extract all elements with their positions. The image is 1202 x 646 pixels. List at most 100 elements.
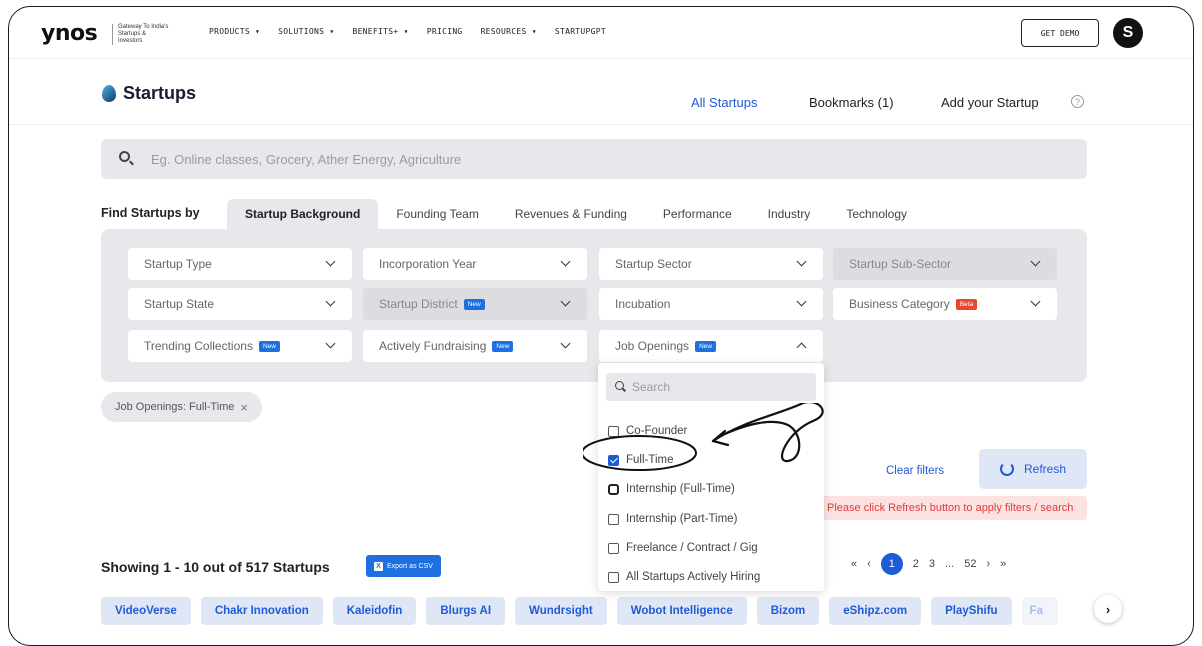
company-chip[interactable]: Chakr Innovation: [200, 597, 323, 625]
active-filter-chip[interactable]: Job Openings: Full-Time ×: [101, 392, 263, 422]
pager-ellipsis: ...: [945, 558, 955, 570]
main-nav-links: PRODUCTS ▾ SOLUTIONS ▾ BENEFITS+ ▾ PRICI…: [209, 27, 606, 36]
startup-sector-select[interactable]: Startup Sector: [599, 248, 823, 280]
startups-title: Startups: [123, 83, 197, 103]
nav-resources[interactable]: RESOURCES ▾: [481, 27, 537, 36]
incubation-select[interactable]: Incubation: [599, 288, 823, 320]
refresh-button[interactable]: Refresh: [979, 449, 1087, 489]
refresh-label: Refresh: [1023, 462, 1067, 476]
actively-fundraising-select[interactable]: Actively Fundraising New: [363, 330, 587, 362]
checkbox[interactable]: [608, 571, 619, 583]
search-bar: [101, 139, 1087, 179]
startup-type-select[interactable]: Startup Type: [128, 248, 352, 280]
option-label: Internship (Full-Time): [626, 483, 735, 495]
results-count: Showing 1 - 10 out of 517 Startups: [101, 559, 330, 575]
nav-benefits[interactable]: BENEFITS+ ▾: [352, 27, 408, 36]
company-chip[interactable]: Fa: [1021, 597, 1058, 625]
apply-filters-warning: Please click Refresh button to apply fil…: [817, 496, 1087, 520]
page-1-button[interactable]: 1: [880, 553, 903, 575]
company-chip[interactable]: Wundrsight: [515, 597, 607, 625]
tab-startup-background[interactable]: Startup Background: [227, 199, 379, 229]
search-input[interactable]: [151, 139, 1051, 179]
chevron-down-icon: [796, 296, 807, 307]
export-csv-button[interactable]: X Export as CSV: [366, 555, 441, 577]
excel-icon: X: [374, 561, 383, 571]
prev-page-button[interactable]: ‹: [867, 558, 871, 570]
checkbox[interactable]: [608, 483, 619, 495]
user-avatar[interactable]: S: [1113, 18, 1143, 48]
startups-brand[interactable]: Startups: [102, 83, 196, 104]
trending-collections-label: Trending Collections: [144, 339, 253, 353]
tab-technology[interactable]: Technology: [828, 199, 925, 229]
startups-drop-icon: [102, 85, 116, 102]
nav-solutions[interactable]: SOLUTIONS ▾: [278, 27, 334, 36]
option-internship-part-time[interactable]: Internship (Part-Time): [608, 509, 737, 529]
find-startups-label: Find Startups by: [101, 206, 200, 220]
job-openings-select[interactable]: Job Openings New: [599, 330, 823, 362]
company-chip[interactable]: Wobot Intelligence: [616, 597, 747, 625]
tab-revenues-funding[interactable]: Revenues & Funding: [497, 199, 645, 229]
startup-state-select[interactable]: Startup State: [128, 288, 352, 320]
nav-products[interactable]: PRODUCTS ▾: [209, 27, 260, 36]
search-icon: [119, 151, 130, 162]
company-chip[interactable]: VideoVerse: [101, 597, 191, 625]
chevron-down-icon: [1030, 256, 1041, 267]
new-badge: New: [463, 298, 485, 310]
beta-badge: Beta: [955, 298, 978, 310]
add-startup-link[interactable]: Add your Startup: [941, 95, 1039, 110]
page-3-button[interactable]: 3: [929, 558, 935, 570]
startup-sub-sector-label: Startup Sub-Sector: [849, 257, 952, 271]
option-all-hiring[interactable]: All Startups Actively Hiring: [608, 567, 760, 587]
new-badge: New: [695, 340, 717, 352]
clear-filters-link[interactable]: Clear filters: [886, 465, 944, 477]
checkbox[interactable]: [608, 513, 619, 525]
top-navbar: ynos Gateway To India's Startups & Inves…: [9, 7, 1193, 59]
startup-district-label: Startup District: [379, 297, 458, 311]
company-chip[interactable]: Bizom: [756, 597, 820, 625]
actively-fundraising-label: Actively Fundraising: [379, 339, 487, 353]
trending-collections-select[interactable]: Trending Collections New: [128, 330, 352, 362]
option-label: Internship (Part-Time): [626, 513, 738, 525]
tab-founding-team[interactable]: Founding Team: [378, 199, 497, 229]
refresh-icon: [999, 462, 1014, 476]
company-chip[interactable]: eShipz.com: [829, 597, 922, 625]
help-icon[interactable]: ?: [1071, 95, 1084, 108]
chevron-down-icon: [325, 338, 336, 349]
incubation-label: Incubation: [615, 297, 671, 311]
nav-startupgpt[interactable]: STARTUPGPT: [555, 27, 606, 36]
chevron-down-icon: [325, 296, 336, 307]
checkbox[interactable]: [608, 542, 619, 554]
job-menu-search[interactable]: Search: [606, 373, 816, 401]
new-badge: New: [492, 340, 514, 352]
company-chip[interactable]: PlayShifu: [931, 597, 1012, 625]
logo-tagline: Gateway To India's Startups & Investors: [112, 24, 172, 45]
incorporation-year-select[interactable]: Incorporation Year: [363, 248, 587, 280]
startup-district-select[interactable]: Startup District New: [363, 288, 587, 320]
startup-sub-sector-select[interactable]: Startup Sub-Sector: [833, 248, 1057, 280]
ynos-logo[interactable]: ynos: [41, 21, 98, 46]
startup-sector-label: Startup Sector: [615, 257, 692, 271]
incorporation-year-label: Incorporation Year: [379, 257, 477, 271]
page-52-button[interactable]: 52: [964, 558, 976, 570]
next-page-button[interactable]: ›: [986, 558, 990, 570]
company-chip[interactable]: Blurgs AI: [426, 597, 506, 625]
get-demo-button[interactable]: GET DEMO: [1021, 19, 1099, 47]
page-2-button[interactable]: 2: [913, 558, 919, 570]
first-page-button[interactable]: «: [851, 558, 857, 570]
last-page-button[interactable]: »: [1000, 558, 1006, 570]
chevron-right-icon[interactable]: ›: [1094, 595, 1122, 623]
option-freelance[interactable]: Freelance / Contract / Gig: [608, 538, 758, 558]
app-frame: ynos Gateway To India's Startups & Inves…: [8, 6, 1194, 646]
tab-industry[interactable]: Industry: [750, 199, 829, 229]
startup-type-label: Startup Type: [144, 257, 212, 271]
nav-pricing[interactable]: PRICING: [427, 27, 463, 36]
close-icon[interactable]: ×: [240, 400, 248, 415]
all-startups-link[interactable]: All Startups: [691, 95, 757, 110]
chevron-up-icon: [796, 342, 807, 353]
chevron-down-icon: [560, 338, 571, 349]
job-menu-search-placeholder: Search: [632, 380, 671, 394]
tab-performance[interactable]: Performance: [645, 199, 750, 229]
bookmarks-link[interactable]: Bookmarks (1): [809, 95, 894, 110]
company-chip[interactable]: Kaleidofin: [332, 597, 417, 625]
business-category-select[interactable]: Business Category Beta: [833, 288, 1057, 320]
